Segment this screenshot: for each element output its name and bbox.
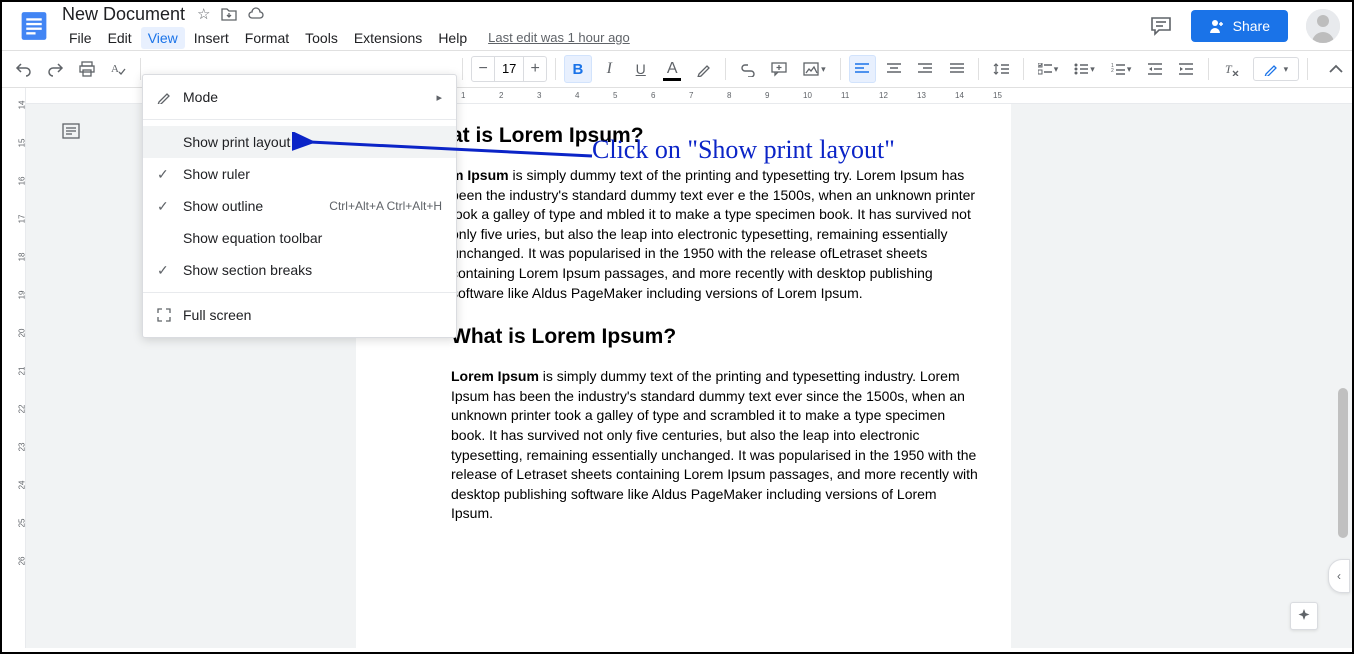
highlight-button[interactable]: [690, 55, 717, 83]
paragraph: Lorem Ipsum is simply dummy text of the …: [451, 367, 981, 524]
separator: [1307, 58, 1308, 80]
numbered-list-button[interactable]: 12▾: [1105, 55, 1138, 83]
increase-indent-button[interactable]: [1173, 55, 1200, 83]
separator: [725, 58, 726, 80]
paragraph: m Ipsum is simply dummy text of the prin…: [451, 166, 981, 303]
comment-history-icon[interactable]: [1149, 14, 1173, 38]
menu-item-show-print-layout[interactable]: Show print layout: [143, 126, 456, 158]
font-size-value[interactable]: 17: [494, 57, 524, 81]
explore-button[interactable]: [1290, 602, 1318, 630]
show-outline-button[interactable]: [56, 116, 86, 146]
decrease-indent-button[interactable]: [1141, 55, 1168, 83]
header-bar: New Document ☆ File Edit View Insert For…: [2, 2, 1352, 44]
spellcheck-button[interactable]: A: [104, 55, 131, 83]
clear-formatting-button[interactable]: T: [1217, 55, 1244, 83]
fullscreen-icon: [157, 308, 183, 322]
italic-button[interactable]: I: [596, 55, 623, 83]
separator: [143, 119, 456, 120]
separator: [1023, 58, 1024, 80]
separator: [140, 58, 141, 80]
svg-text:A: A: [111, 63, 119, 75]
menu-extensions[interactable]: Extensions: [347, 27, 429, 49]
checklist-button[interactable]: ▾: [1032, 55, 1065, 83]
menu-file[interactable]: File: [62, 27, 99, 49]
view-menu-dropdown: Mode ▸ Show print layout ✓ Show ruler ✓ …: [142, 74, 457, 338]
person-add-icon: [1209, 18, 1225, 34]
menu-item-show-ruler[interactable]: ✓ Show ruler: [143, 158, 456, 190]
separator: [978, 58, 979, 80]
menu-tools[interactable]: Tools: [298, 27, 345, 49]
bulleted-list-button[interactable]: ▾: [1068, 55, 1101, 83]
add-comment-button[interactable]: [766, 55, 793, 83]
separator: [555, 58, 556, 80]
heading: at is Lorem Ipsum?: [451, 124, 981, 148]
print-button[interactable]: [73, 55, 100, 83]
align-justify-button[interactable]: [943, 55, 970, 83]
menu-view[interactable]: View: [141, 27, 185, 49]
star-icon[interactable]: ☆: [197, 7, 210, 22]
svg-text:2: 2: [1111, 68, 1114, 74]
share-button[interactable]: Share: [1191, 10, 1288, 42]
align-left-button[interactable]: [849, 55, 876, 83]
svg-text:T: T: [1225, 62, 1233, 76]
editing-mode-button[interactable]: ▾: [1253, 57, 1300, 81]
document-title[interactable]: New Document: [62, 4, 185, 25]
title-area: New Document ☆ File Edit View Insert For…: [62, 4, 1149, 49]
align-center-button[interactable]: [880, 55, 907, 83]
insert-link-button[interactable]: [734, 55, 761, 83]
redo-button[interactable]: [41, 55, 68, 83]
separator: [1208, 58, 1209, 80]
hide-menus-button[interactable]: [1328, 64, 1344, 74]
last-edit-link[interactable]: Last edit was 1 hour ago: [488, 30, 630, 45]
underline-button[interactable]: U: [627, 55, 654, 83]
menu-item-show-outline[interactable]: ✓ Show outline Ctrl+Alt+A Ctrl+Alt+H: [143, 190, 456, 222]
line-spacing-button[interactable]: [987, 55, 1014, 83]
menu-item-mode[interactable]: Mode ▸: [143, 81, 456, 113]
font-size-control: − 17 +: [471, 56, 547, 82]
cloud-status-icon[interactable]: [247, 7, 265, 22]
bold-button[interactable]: B: [564, 55, 591, 83]
menu-insert[interactable]: Insert: [187, 27, 236, 49]
insert-image-button[interactable]: ▾: [797, 55, 832, 83]
share-label: Share: [1233, 18, 1270, 34]
menu-item-show-equation-toolbar[interactable]: Show equation toolbar: [143, 222, 456, 254]
pencil-icon: [157, 90, 183, 104]
font-size-increase[interactable]: +: [524, 57, 546, 81]
move-icon[interactable]: [221, 7, 237, 22]
check-icon: ✓: [157, 262, 183, 279]
menu-help[interactable]: Help: [431, 27, 474, 49]
docs-logo[interactable]: [14, 6, 54, 46]
vertical-scrollbar[interactable]: [1338, 388, 1348, 538]
text-color-button[interactable]: A: [658, 55, 685, 83]
menu-edit[interactable]: Edit: [101, 27, 139, 49]
separator: [143, 292, 456, 293]
menu-item-show-section-breaks[interactable]: ✓ Show section breaks: [143, 254, 456, 286]
check-icon: ✓: [157, 166, 183, 183]
menu-format[interactable]: Format: [238, 27, 296, 49]
pencil-icon: [1264, 62, 1278, 76]
menubar: File Edit View Insert Format Tools Exten…: [62, 27, 1149, 49]
font-size-decrease[interactable]: −: [472, 57, 494, 81]
account-avatar[interactable]: [1306, 9, 1340, 43]
align-right-button[interactable]: [912, 55, 939, 83]
undo-button[interactable]: [10, 55, 37, 83]
show-side-panel-button[interactable]: ‹: [1328, 559, 1350, 593]
submenu-arrow-icon: ▸: [436, 91, 442, 104]
menu-item-full-screen[interactable]: Full screen: [143, 299, 456, 331]
vertical-ruler: 14 15 16 17 18 19 20 21 22 23 24 25 26: [2, 88, 26, 648]
heading: What is Lorem Ipsum?: [451, 325, 981, 349]
check-icon: ✓: [157, 198, 183, 215]
separator: [462, 58, 463, 80]
separator: [840, 58, 841, 80]
